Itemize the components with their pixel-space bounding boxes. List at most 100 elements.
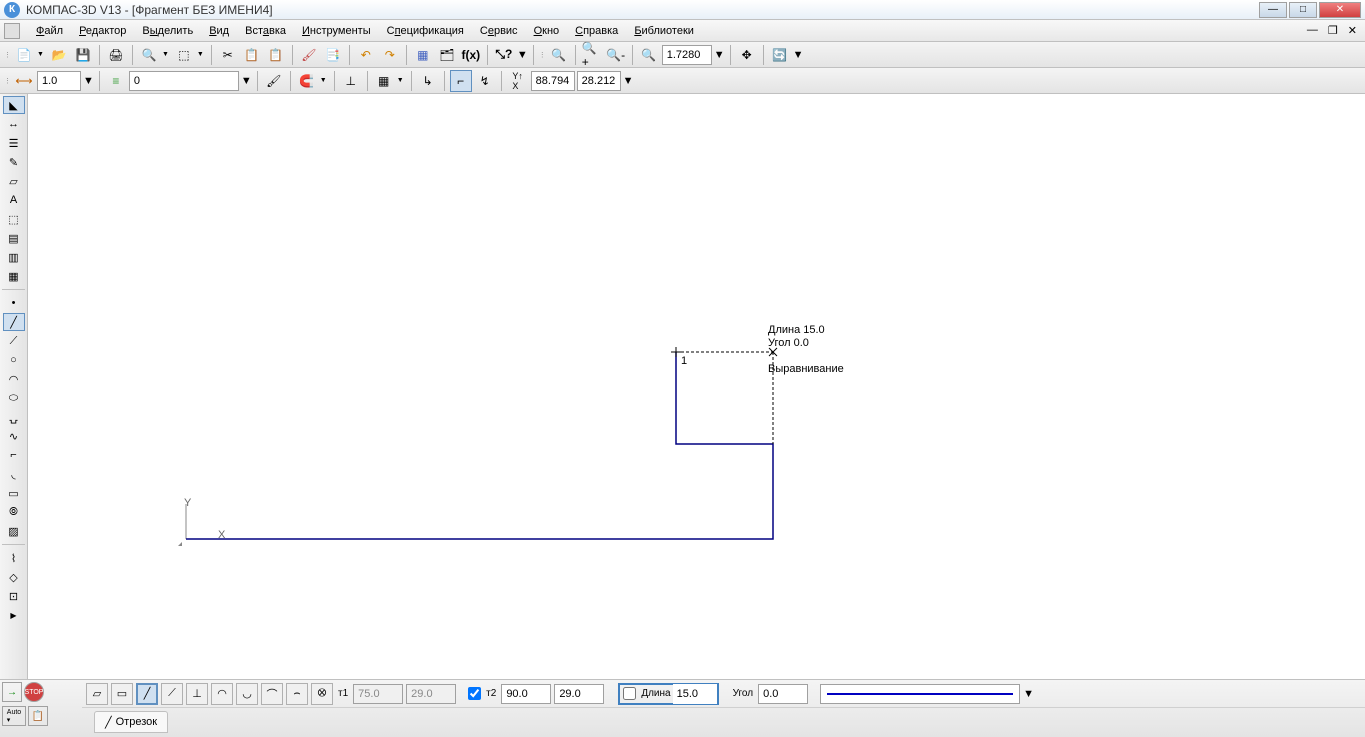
spec-panel-button[interactable]: ▤ <box>3 229 25 247</box>
snap-dropdown[interactable]: ▼ <box>318 77 329 84</box>
perpendicular-button[interactable]: ⊥ <box>340 70 362 92</box>
arc-tool[interactable]: ◠ <box>3 370 25 388</box>
bezier-tool[interactable]: ∿ <box>3 427 25 445</box>
zoom-scale-icon[interactable]: 🔍 <box>638 44 660 66</box>
segment-mode-10[interactable]: ⭙ <box>311 683 333 705</box>
angle-input[interactable] <box>758 684 808 704</box>
ellipse-tool[interactable]: ⬭ <box>3 389 25 407</box>
open-button[interactable]: 📂 <box>48 44 70 66</box>
stop-button[interactable]: STOP <box>24 682 44 702</box>
insert-panel-button[interactable]: ▦ <box>3 267 25 285</box>
fillet-tool[interactable]: ◟ <box>3 465 25 483</box>
save-button[interactable]: 💾 <box>72 44 94 66</box>
length-field[interactable]: Длина <box>618 683 718 705</box>
tool2-button[interactable]: 📑 <box>322 44 344 66</box>
segment-mode-9[interactable]: ⌢ <box>286 683 308 705</box>
zoom-out-button[interactable]: 🔍- <box>605 44 627 66</box>
menu-libraries[interactable]: Библиотеки <box>626 23 702 39</box>
segment-mode-2[interactable]: ▭ <box>111 683 133 705</box>
t1-y-input[interactable] <box>406 684 456 704</box>
minimize-button[interactable]: — <box>1259 2 1287 18</box>
aux-line-tool[interactable]: ⟋ <box>3 332 25 350</box>
dimensions-panel-button[interactable]: ↔ <box>3 115 25 133</box>
menu-window[interactable]: Окно <box>526 23 568 39</box>
segment-mode-4[interactable]: ⟋ <box>161 683 183 705</box>
scale-dropdown[interactable]: ▼ <box>83 75 94 87</box>
variant-tool[interactable]: ◇ <box>3 568 25 586</box>
system-menu-icon[interactable] <box>4 23 20 39</box>
segment-mode-7[interactable]: ◡ <box>236 683 258 705</box>
t2-y-input[interactable] <box>554 684 604 704</box>
select-panel-button[interactable]: ⬚ <box>3 210 25 228</box>
auto-button[interactable]: Auto▾ <box>2 706 26 726</box>
tool1-button[interactable]: ⬚ <box>173 44 195 66</box>
offset-tool[interactable]: ⦾ <box>3 503 25 521</box>
redo-button[interactable]: ↷ <box>379 44 401 66</box>
linestyle-arrow[interactable]: ▼ <box>1023 688 1034 700</box>
properties-button[interactable]: 🖌 <box>298 44 320 66</box>
spline-tool[interactable]: ⌇ <box>3 549 25 567</box>
menu-file[interactable]: Файл <box>28 23 71 39</box>
rectangle-tool[interactable]: ▭ <box>3 484 25 502</box>
segment-mode-5[interactable]: ⊥ <box>186 683 208 705</box>
zoom-dropdown[interactable]: ▼ <box>714 49 725 61</box>
symbols-panel-button[interactable]: ☰ <box>3 134 25 152</box>
t2-checkbox[interactable] <box>468 687 481 700</box>
edit-panel-button[interactable]: ✎ <box>3 153 25 171</box>
format-button[interactable]: 🖌 <box>263 70 285 92</box>
coord-x-input[interactable] <box>531 71 575 91</box>
line-tool[interactable]: ╱ <box>3 313 25 331</box>
params-panel-button[interactable]: ▱ <box>3 172 25 190</box>
point-tool[interactable]: • <box>3 294 25 312</box>
cut-button[interactable]: ✂ <box>217 44 239 66</box>
measure-panel-button[interactable]: Α <box>3 191 25 209</box>
menu-select[interactable]: Выделить <box>134 23 201 39</box>
remember-button[interactable]: 📋 <box>28 706 48 726</box>
length-input[interactable] <box>673 684 717 704</box>
scale-icon[interactable]: ⟷ <box>13 70 35 92</box>
tool1-dropdown[interactable]: ▼ <box>195 51 206 58</box>
zoom-fit-button[interactable]: 🔍 <box>548 44 570 66</box>
coord-button[interactable]: ↳ <box>417 70 439 92</box>
segment-mode-8[interactable]: ⌒ <box>261 683 283 705</box>
copy-button[interactable]: 📋 <box>241 44 263 66</box>
collect-tool[interactable]: ⊡ <box>3 587 25 605</box>
segment-tab[interactable]: ╱ Отрезок <box>94 711 168 733</box>
preview-button[interactable]: 🔍 <box>138 44 160 66</box>
new-button[interactable]: 📄 <box>13 44 35 66</box>
chamfer-tool[interactable]: ⌐ <box>3 446 25 464</box>
maximize-button[interactable]: □ <box>1289 2 1317 18</box>
snap-button[interactable]: 🧲 <box>296 70 318 92</box>
pan-button[interactable]: ✥ <box>736 44 758 66</box>
grid-dropdown[interactable]: ▼ <box>395 77 406 84</box>
paste-button[interactable]: 📋 <box>265 44 287 66</box>
manager-button[interactable]: ▦ <box>412 44 434 66</box>
segment-mode-6[interactable]: ◠ <box>211 683 233 705</box>
close-button[interactable]: ✕ <box>1319 2 1361 18</box>
layer-icon[interactable]: ≡ <box>105 70 127 92</box>
apply-button[interactable]: → <box>2 682 22 702</box>
reports-panel-button[interactable]: ▥ <box>3 248 25 266</box>
zoom-in-button[interactable]: 🔍+ <box>581 44 603 66</box>
circle-tool[interactable]: ○ <box>3 351 25 369</box>
geometry-panel-button[interactable]: ◣ <box>3 96 25 114</box>
print-button[interactable]: 🖨 <box>105 44 127 66</box>
menu-service[interactable]: Сервис <box>472 23 526 39</box>
menu-editor[interactable]: Редактор <box>71 23 134 39</box>
menu-view[interactable]: Вид <box>201 23 237 39</box>
linestyle-dropdown[interactable] <box>820 684 1020 704</box>
segment-mode-1[interactable]: ▱ <box>86 683 108 705</box>
menu-spec[interactable]: Спецификация <box>379 23 472 39</box>
undo-button[interactable]: ↶ <box>355 44 377 66</box>
new-dropdown[interactable]: ▼ <box>35 51 46 58</box>
mdi-close[interactable]: ✕ <box>1344 22 1361 39</box>
zoom-value-input[interactable] <box>662 45 712 65</box>
mdi-restore[interactable]: ❐ <box>1324 22 1342 39</box>
help-button[interactable]: ⤡? <box>493 44 515 66</box>
menu-help[interactable]: Справка <box>567 23 626 39</box>
expand-arrow[interactable]: ▶ <box>3 606 25 624</box>
t1-x-input[interactable] <box>353 684 403 704</box>
polyline-tool[interactable]: ⍽ <box>3 408 25 426</box>
scale-input[interactable] <box>37 71 81 91</box>
mdi-minimize[interactable]: — <box>1303 22 1322 39</box>
